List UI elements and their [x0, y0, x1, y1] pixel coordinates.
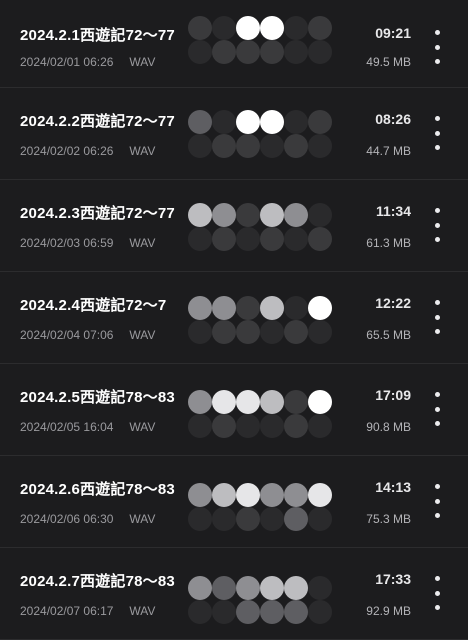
recording-duration: 08:26 [375, 111, 411, 127]
recording-title: 2024.2.3西遊記72〜77 [20, 205, 175, 222]
recording-duration: 09:21 [375, 25, 411, 41]
recording-size: 44.7 MB [366, 144, 411, 158]
recording-meta: 2024/02/06 06:30 WAV [20, 512, 155, 526]
recording-title: 2024.2.7西遊記78〜83 [20, 573, 175, 590]
list-item[interactable]: 2024.2.1西遊記72〜77 2024/02/01 06:26 WAV 09:… [0, 0, 468, 88]
recording-size: 75.3 MB [366, 512, 411, 526]
recording-meta: 2024/02/02 06:26 WAV [20, 144, 155, 158]
recording-title: 2024.2.6西遊記78〜83 [20, 481, 175, 498]
recording-date: 2024/02/07 06:17 [20, 604, 114, 618]
recording-size: 65.5 MB [366, 328, 411, 342]
recording-format: WAV [129, 420, 156, 434]
recording-format: WAV [129, 328, 156, 342]
recording-title: 2024.2.1西遊記72〜77 [20, 27, 175, 44]
recording-format: WAV [129, 55, 156, 69]
more-vertical-icon[interactable] [428, 300, 446, 334]
recording-date: 2024/02/02 06:26 [20, 144, 114, 158]
recording-duration: 14:13 [375, 479, 411, 495]
recording-meta: 2024/02/04 07:06 WAV [20, 328, 155, 342]
list-item[interactable]: 2024.2.2西遊記72〜77 2024/02/02 06:26 WAV 08:… [0, 88, 468, 180]
more-vertical-icon[interactable] [428, 116, 446, 150]
more-vertical-icon[interactable] [428, 576, 446, 610]
list-item[interactable]: 2024.2.4西遊記72〜7 2024/02/04 07:06 WAV 12:2… [0, 272, 468, 364]
recording-duration: 11:34 [375, 203, 411, 219]
recording-duration: 12:22 [375, 295, 411, 311]
more-vertical-icon[interactable] [428, 30, 446, 64]
recording-date: 2024/02/05 16:04 [20, 420, 114, 434]
list-item[interactable]: 2024.2.7西遊記78〜83 2024/02/07 06:17 WAV 17:… [0, 548, 468, 640]
more-vertical-icon[interactable] [428, 484, 446, 518]
recording-date: 2024/02/03 06:59 [20, 236, 114, 250]
list-item[interactable]: 2024.2.6西遊記78〜83 2024/02/06 06:30 WAV 14:… [0, 456, 468, 548]
recording-meta: 2024/02/07 06:17 WAV [20, 604, 155, 618]
list-item[interactable]: 2024.2.3西遊記72〜77 2024/02/03 06:59 WAV 11:… [0, 180, 468, 272]
recording-format: WAV [129, 144, 156, 158]
recording-format: WAV [129, 236, 156, 250]
recording-date: 2024/02/04 07:06 [20, 328, 114, 342]
recording-date: 2024/02/01 06:26 [20, 55, 114, 69]
recordings-list: 2024.2.1西遊記72〜77 2024/02/01 06:26 WAV 09:… [0, 0, 468, 640]
recording-size: 92.9 MB [366, 604, 411, 618]
list-item[interactable]: 2024.2.5西遊記78〜83 2024/02/05 16:04 WAV 17:… [0, 364, 468, 456]
recording-size: 61.3 MB [366, 236, 411, 250]
more-vertical-icon[interactable] [428, 208, 446, 242]
recording-format: WAV [129, 512, 156, 526]
recording-date: 2024/02/06 06:30 [20, 512, 114, 526]
more-vertical-icon[interactable] [428, 392, 446, 426]
recording-meta: 2024/02/01 06:26 WAV [20, 55, 155, 69]
recording-size: 49.5 MB [366, 55, 411, 69]
recording-meta: 2024/02/03 06:59 WAV [20, 236, 155, 250]
recording-title: 2024.2.2西遊記72〜77 [20, 113, 175, 130]
recording-title: 2024.2.5西遊記78〜83 [20, 389, 175, 406]
recording-duration: 17:09 [375, 387, 411, 403]
recording-title: 2024.2.4西遊記72〜7 [20, 297, 167, 314]
recording-format: WAV [129, 604, 156, 618]
recording-size: 90.8 MB [366, 420, 411, 434]
recording-duration: 17:33 [375, 571, 411, 587]
recording-meta: 2024/02/05 16:04 WAV [20, 420, 155, 434]
